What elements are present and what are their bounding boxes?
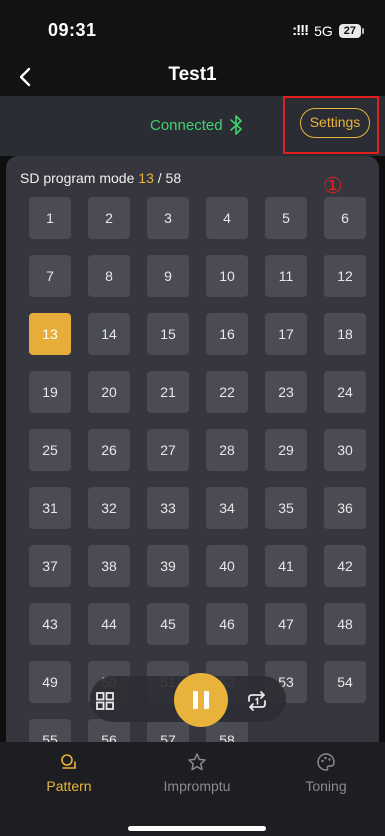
program-mode-label: SD program mode [20,170,135,186]
program-button[interactable]: 8 [88,255,130,297]
tab-impromptu-label: Impromptu [163,778,231,794]
program-button[interactable]: 15 [147,313,189,355]
program-button[interactable]: 25 [29,429,71,471]
program-button[interactable]: 11 [265,255,307,297]
program-button[interactable]: 7 [29,255,71,297]
program-button[interactable]: 49 [29,661,71,703]
program-button[interactable]: 42 [324,545,366,587]
program-button[interactable]: 21 [147,371,189,413]
pause-icon-bar [204,691,209,709]
tab-toning[interactable]: Toning [271,752,381,794]
program-button[interactable]: 44 [88,603,130,645]
tab-pattern-label: Pattern [46,778,92,794]
annotation-marker: ① [323,174,343,199]
program-button[interactable]: 22 [206,371,248,413]
program-button[interactable]: 4 [206,197,248,239]
program-button[interactable]: 39 [147,545,189,587]
pause-button[interactable] [174,673,228,727]
current-program-number: 13 [138,170,154,186]
program-button[interactable]: 40 [206,545,248,587]
program-separator: / [157,170,162,186]
program-button[interactable]: 13 [29,313,71,355]
program-button[interactable]: 20 [88,371,130,413]
connection-status: Connected [150,117,223,134]
bottom-tab-bar: Pattern Impromptu Toning [0,742,385,836]
total-program-count: 58 [165,170,182,186]
palette-icon [317,753,335,771]
program-button[interactable]: 14 [88,313,130,355]
grid-icon[interactable] [96,692,114,710]
program-button[interactable]: 19 [29,371,71,413]
program-button[interactable]: 27 [147,429,189,471]
status-time: 09:31 [48,20,97,40]
tab-pattern[interactable]: Pattern [14,752,124,794]
program-button[interactable]: 46 [206,603,248,645]
bluetooth-icon [230,115,242,135]
program-mode-line: SD program mode 13 / 58 [20,170,181,186]
program-button[interactable]: 35 [265,487,307,529]
program-button[interactable]: 24 [324,371,366,413]
nav-bar: Test1 [0,58,385,96]
program-button[interactable]: 43 [29,603,71,645]
program-button[interactable]: 18 [324,313,366,355]
program-button[interactable]: 37 [29,545,71,587]
program-button[interactable]: 29 [265,429,307,471]
network-type: 5G [314,22,333,39]
status-indicators: :!!! 5G 27 [292,22,365,39]
program-button[interactable]: 1 [29,197,71,239]
program-button[interactable]: 38 [88,545,130,587]
program-button[interactable]: 17 [265,313,307,355]
program-button[interactable]: 34 [206,487,248,529]
tab-impromptu[interactable]: Impromptu [142,752,252,794]
program-button[interactable]: 31 [29,487,71,529]
program-button[interactable]: 9 [147,255,189,297]
pause-icon [193,691,198,709]
annotation-highlight-box [283,96,379,154]
program-button[interactable]: 41 [265,545,307,587]
program-button[interactable]: 47 [265,603,307,645]
star-icon [188,753,206,771]
pattern-icon [61,754,76,769]
program-button[interactable]: 30 [324,429,366,471]
program-button[interactable]: 48 [324,603,366,645]
program-button[interactable]: 10 [206,255,248,297]
program-button[interactable]: 26 [88,429,130,471]
program-button[interactable]: 54 [324,661,366,703]
program-button[interactable]: 28 [206,429,248,471]
program-button[interactable]: 23 [265,371,307,413]
battery-icon: 27 [338,23,365,38]
repeat-one-icon[interactable] [245,690,269,712]
page-title: Test1 [168,64,217,85]
signal-icon: :!!! [292,22,309,39]
program-button[interactable]: 3 [147,197,189,239]
program-button[interactable]: 5 [265,197,307,239]
program-button[interactable]: 36 [324,487,366,529]
program-button[interactable]: 2 [88,197,130,239]
status-bar: 09:31 :!!! 5G 27 [0,0,385,58]
program-button[interactable]: 45 [147,603,189,645]
program-button[interactable]: 16 [206,313,248,355]
program-button[interactable]: 33 [147,487,189,529]
program-button[interactable]: 6 [324,197,366,239]
tab-toning-label: Toning [305,778,347,794]
program-button[interactable]: 32 [88,487,130,529]
program-button[interactable]: 12 [324,255,366,297]
home-indicator [128,826,266,831]
